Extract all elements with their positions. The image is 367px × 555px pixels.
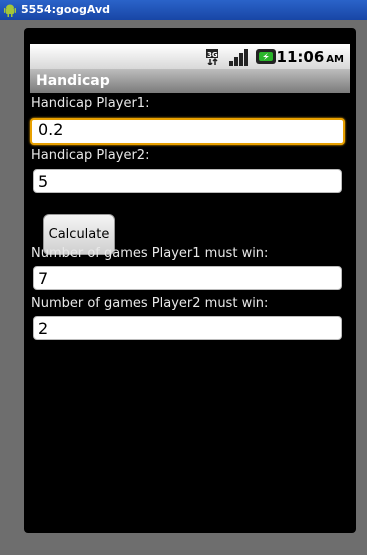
player1-handicap-input[interactable]: 0.2 [30, 118, 345, 145]
emulator-title-bar: 5554:googAvd [0, 0, 367, 20]
android-robot-icon [4, 4, 16, 17]
player1-handicap-label: Handicap Player1: [31, 96, 150, 111]
player1-games-label: Number of games Player1 must win: [31, 246, 269, 261]
status-bar: 3G 11:06 AM [30, 44, 350, 69]
status-clock: 11:06 AM [277, 44, 344, 69]
battery-charging-icon [256, 49, 276, 64]
player2-games-label: Number of games Player2 must win: [31, 296, 269, 311]
clock-time: 11:06 [276, 48, 325, 66]
window-title: 5554:googAvd [21, 3, 111, 16]
player1-games-field[interactable]: 7 [33, 266, 342, 290]
app-title-bar: Handicap [30, 69, 350, 93]
emulator-device-frame: 3G 11:06 AM Handicap Handicap Player1: 0… [24, 28, 356, 533]
svg-text:3G: 3G [207, 51, 218, 59]
signal-strength-icon [229, 49, 248, 66]
clock-ampm: AM [326, 54, 344, 65]
player2-games-field[interactable]: 2 [33, 316, 342, 340]
device-screen: 3G 11:06 AM Handicap Handicap Player1: 0… [30, 44, 350, 524]
3g-data-icon: 3G [206, 49, 218, 65]
player2-handicap-input[interactable]: 5 [33, 169, 342, 193]
app-title: Handicap [36, 73, 110, 89]
player2-handicap-label: Handicap Player2: [31, 148, 150, 163]
